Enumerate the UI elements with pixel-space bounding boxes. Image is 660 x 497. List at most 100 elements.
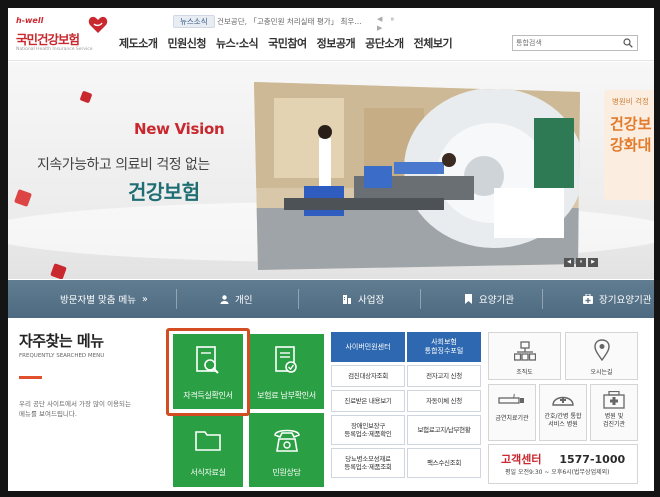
tile-label: 서식자료실	[190, 468, 226, 477]
service-link[interactable]: 전자고지 신청	[407, 365, 481, 387]
visitor-tab-care-institution[interactable]: 요양기관	[464, 280, 514, 318]
teaser-headline: 건강보강화대	[610, 114, 651, 156]
logo-subtitle: National Health Insurance Service	[16, 47, 93, 52]
shortcut-integrated-care-hospital[interactable]: 간호/간병 통합 서비스 병원	[539, 384, 587, 441]
shortcut-directions[interactable]: 오시는길	[565, 332, 638, 380]
faq-title: 자주찾는 메뉴	[19, 332, 104, 350]
tile-label: 민원상담	[272, 468, 301, 477]
visitor-tab-label: 개인	[235, 295, 253, 306]
tile-eligibility-certificate[interactable]: 자격득실확인서	[173, 334, 243, 409]
customer-center-label: 고객센터	[501, 453, 542, 466]
decor-cube	[79, 90, 93, 104]
building-icon	[343, 295, 351, 304]
tile-forms-library[interactable]: 서식자료실	[173, 413, 243, 487]
news-ticker: 뉴스소식 건보공단, 「고충민원 처리실태 평가」 최우... ◀ ⏸ ▶	[173, 15, 408, 32]
service-link[interactable]: 검진대상자조회	[331, 365, 405, 387]
visitor-tab-longterm-care[interactable]: 장기요양기관	[583, 280, 651, 318]
logo-tagline: h-well	[16, 16, 44, 25]
org-chart-icon	[513, 341, 536, 361]
search-box	[512, 35, 638, 51]
service-link[interactable]: 자동이체 신청	[407, 390, 481, 412]
visitor-tab-individual[interactable]: 개인	[220, 280, 252, 318]
faq-accent-bar	[19, 376, 42, 379]
main-navigation: 제도소개 민원신청 뉴스·소식 국민참여 정보공개 공단소개 전체보기	[119, 35, 462, 53]
visitor-tab-workplace[interactable]: 사업장	[342, 280, 384, 318]
customer-center-heading: 고객센터 1577-1000	[501, 451, 625, 467]
nurse-cap-icon	[552, 396, 574, 406]
banner-headline[interactable]: 건강보험	[128, 176, 200, 205]
decor-cube	[14, 189, 32, 207]
teaser-line-1: 건강보	[610, 115, 652, 133]
medical-box-icon	[583, 294, 593, 304]
site-logo[interactable]: h-well 국민건강보험 National Health Insurance …	[14, 14, 114, 56]
prev-slide-button[interactable]: ◀	[564, 258, 574, 267]
customer-center-phone[interactable]: 1577-1000	[559, 453, 625, 466]
nav-item-all[interactable]: 전체보기	[414, 35, 453, 53]
nav-item-about[interactable]: 공단소개	[365, 35, 404, 53]
service-header-cyber-center[interactable]: 사이버민원센터	[331, 332, 405, 362]
telephone-icon	[274, 429, 300, 452]
shortcut-hospitals-checkup[interactable]: 병원 및 검진기관	[590, 384, 638, 441]
shortcut-label: 간호/간병 통합 서비스 병원	[544, 413, 582, 428]
nav-item-news[interactable]: 뉴스·소식	[216, 35, 259, 53]
nav-item-disclosure[interactable]: 정보공개	[317, 35, 356, 53]
banner-photo[interactable]	[244, 78, 588, 272]
tile-label: 자격득실확인서	[183, 391, 233, 400]
visitor-tab-label: 사업장	[358, 295, 385, 306]
tile-civil-consultation[interactable]: 민원상담	[249, 413, 324, 487]
visitor-menu-bar: 방문자별 맞춤 메뉴 » 개인 사업장 요양기관 장기요양기관	[8, 280, 654, 318]
folder-icon	[195, 431, 221, 451]
shortcut-label: 병원 및 검진기관	[602, 413, 626, 428]
next-slide-teaser[interactable]: 병원비 걱정 건강보강화대	[604, 90, 654, 200]
search-input[interactable]	[516, 37, 616, 49]
nav-item-participation[interactable]: 국민참여	[268, 35, 307, 53]
no-smoking-icon	[498, 393, 524, 404]
banner-controls: ◀ ⏸ ▶	[564, 258, 598, 267]
location-pin-icon	[593, 339, 610, 361]
decor-cube	[50, 263, 67, 279]
teaser-line-2: 강화대	[610, 136, 652, 154]
browser-viewport: h-well 국민건강보험 National Health Insurance …	[8, 8, 654, 491]
divider	[298, 289, 299, 309]
service-link[interactable]: 장애인보장구 등록업소·제품확인	[331, 415, 405, 445]
service-header-integrated-collection[interactable]: 사회보험 통합징수포털	[407, 332, 481, 362]
tile-premium-payment-certificate[interactable]: 보험료 납부확인서	[249, 334, 324, 409]
service-link[interactable]: 당뇨병소모성재료 등록업소·제품조회	[331, 448, 405, 478]
service-link[interactable]: 보험료고지/납부현황	[407, 415, 481, 445]
shortcut-label: 조직도	[516, 369, 533, 376]
hero-banner: New Vision 지속가능하고 의료비 걱정 없는 건강보험 병원비 걱정 …	[8, 62, 654, 279]
divider	[542, 289, 543, 309]
shortcut-smoking-cessation[interactable]: 금연치료기관	[488, 384, 536, 441]
person-icon	[220, 294, 229, 304]
shortcut-label: 오시는길	[590, 369, 613, 376]
document-search-icon	[196, 346, 219, 374]
customer-center-hours: 평일 오전9:30 ~ 오후6시(법무상업제외)	[505, 469, 610, 476]
teaser-small: 병원비 걱정	[612, 97, 649, 106]
pause-slide-button[interactable]: ⏸	[576, 258, 586, 267]
nav-item-civil[interactable]: 민원신청	[167, 35, 206, 53]
ticker-controls[interactable]: ◀ ⏸ ▶	[377, 15, 408, 32]
heart-logo-icon	[88, 16, 108, 33]
shortcut-org-chart[interactable]: 조직도	[488, 332, 561, 380]
tile-label: 보험료 납부확인서	[257, 391, 316, 400]
ticker-headline[interactable]: 건보공단, 「고충민원 처리실태 평가」 최우...	[217, 16, 361, 27]
service-links-panel: 사이버민원센터 사회보험 통합징수포털 검진대상자조회 전자고지 신청 진료받은…	[331, 332, 481, 487]
site-header: h-well 국민건강보험 National Health Insurance …	[8, 8, 654, 61]
hospital-building-icon	[603, 391, 625, 409]
next-slide-button[interactable]: ▶	[588, 258, 598, 267]
banner-eyebrow: New Vision	[134, 120, 225, 138]
faq-description: 우리 공단 사이트에서 가장 많이 이용되는 메뉴를 보여드립니다.	[19, 400, 131, 418]
visitor-tab-label: 장기요양기관	[599, 295, 652, 306]
visitor-menu-title-text: 방문자별 맞춤 메뉴	[60, 295, 136, 306]
search-icon[interactable]	[623, 38, 633, 48]
document-check-icon	[275, 346, 297, 373]
divider	[420, 289, 421, 309]
nav-item-system[interactable]: 제도소개	[119, 35, 158, 53]
bookmark-icon	[465, 294, 472, 304]
banner-subtitle: 지속가능하고 의료비 걱정 없는	[37, 157, 210, 173]
visitor-menu-arrow: »	[141, 293, 148, 305]
customer-center[interactable]: 고객센터 1577-1000 평일 오전9:30 ~ 오후6시(법무상업제외)	[488, 444, 638, 484]
service-link[interactable]: 진료받은 내용보기	[331, 390, 405, 412]
ticker-tag[interactable]: 뉴스소식	[173, 15, 215, 28]
service-link[interactable]: 팩스수신조회	[407, 448, 481, 478]
